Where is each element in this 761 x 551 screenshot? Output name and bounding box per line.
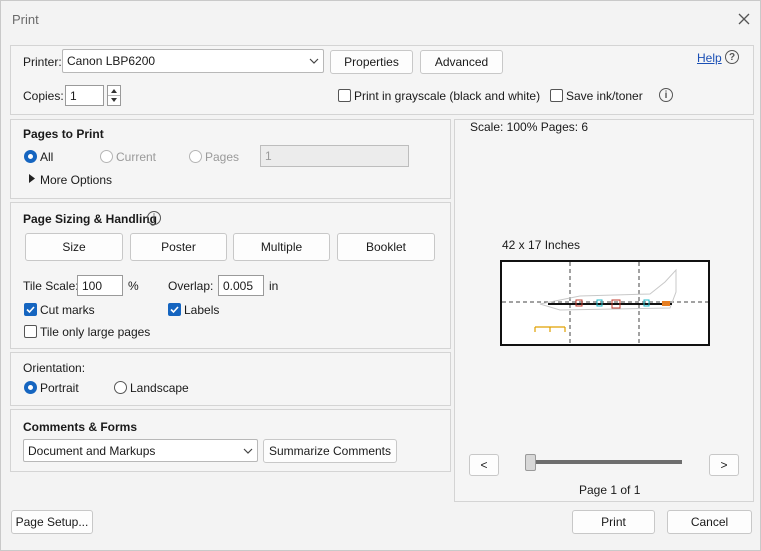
comments-select-value: Document and Markups [28, 443, 156, 458]
title-bar: Print [1, 1, 760, 37]
grayscale-checkbox[interactable] [338, 89, 351, 102]
print-dialog: Print Printer: Canon LBP6200 Properties … [0, 0, 761, 551]
page-setup-button[interactable]: Page Setup... [11, 510, 93, 534]
poster-button[interactable]: Poster [130, 233, 227, 261]
copies-stepper[interactable] [107, 85, 121, 106]
sizing-info-icon[interactable]: i [147, 211, 161, 225]
save-ink-label: Save ink/toner [566, 89, 643, 103]
landscape-label: Landscape [130, 381, 189, 395]
tile-large-checkbox[interactable] [24, 325, 37, 338]
labels-checkbox[interactable] [168, 303, 181, 316]
overlap-input[interactable]: 0.005 [218, 275, 264, 296]
close-icon[interactable] [734, 9, 754, 29]
chevron-down-icon [309, 58, 319, 64]
pages-radio[interactable] [189, 150, 202, 163]
comments-select[interactable]: Document and Markups [23, 439, 258, 462]
tile-scale-label: Tile Scale: [23, 279, 79, 293]
page-preview-thumbnail [500, 260, 710, 346]
help-info-icon[interactable]: ? [725, 50, 739, 64]
page-sizing-heading: Page Sizing & Handling [23, 212, 158, 226]
copies-input[interactable]: 1 [65, 85, 104, 106]
chevron-down-icon [243, 448, 253, 454]
checkmark-icon [170, 306, 179, 314]
labels-label: Labels [184, 303, 220, 317]
cut-marks-checkbox[interactable] [24, 303, 37, 316]
size-button[interactable]: Size [25, 233, 123, 261]
overlap-label: Overlap: [168, 279, 214, 293]
overlap-unit: in [269, 279, 279, 293]
all-radio-label: All [40, 150, 54, 164]
printer-select-value: Canon LBP6200 [67, 54, 156, 68]
cut-marks-label: Cut marks [40, 303, 95, 317]
scale-pages-text: Scale: 100% Pages: 6 [470, 120, 589, 134]
next-page-button[interactable]: > [709, 454, 739, 476]
printer-label: Printer: [23, 55, 62, 69]
page-slider-thumb[interactable] [525, 454, 536, 471]
multiple-button[interactable]: Multiple [233, 233, 330, 261]
copies-label: Copies: [23, 89, 64, 103]
advanced-button[interactable]: Advanced [420, 50, 503, 74]
pages-range-input[interactable]: 1 [260, 145, 409, 167]
tile-scale-input[interactable]: 100 [77, 275, 123, 296]
summarize-comments-button[interactable]: Summarize Comments [263, 439, 397, 463]
orientation-heading: Orientation: [23, 361, 86, 375]
more-options-toggle[interactable]: More Options [40, 173, 112, 187]
drawing-orange-mark [662, 301, 670, 306]
booklet-button[interactable]: Booklet [337, 233, 435, 261]
save-ink-checkbox[interactable] [550, 89, 563, 102]
cancel-button[interactable]: Cancel [667, 510, 752, 534]
page-slider-track[interactable] [529, 460, 682, 464]
window-title: Print [12, 12, 39, 27]
current-radio-label: Current [116, 150, 157, 164]
print-button[interactable]: Print [572, 510, 655, 534]
prev-page-button[interactable]: < [469, 454, 499, 476]
all-radio[interactable] [24, 150, 37, 163]
info-icon[interactable]: i [659, 88, 673, 102]
printer-select[interactable]: Canon LBP6200 [62, 49, 324, 73]
portrait-radio[interactable] [24, 381, 37, 394]
stepper-arrows-icon [108, 89, 120, 102]
properties-button[interactable]: Properties [330, 50, 413, 74]
triangle-right-icon [29, 174, 35, 183]
tile-large-label: Tile only large pages [40, 325, 151, 339]
checkmark-icon [26, 306, 35, 314]
portrait-label: Portrait [40, 381, 79, 395]
grayscale-label: Print in grayscale (black and white) [354, 89, 541, 103]
help-link[interactable]: Help [697, 51, 722, 65]
comments-heading: Comments & Forms [23, 420, 138, 434]
pages-to-print-heading: Pages to Print [23, 127, 104, 141]
tile-scale-unit: % [128, 279, 139, 293]
current-radio[interactable] [100, 150, 113, 163]
paper-size-text: 42 x 17 Inches [502, 238, 581, 252]
landscape-radio[interactable] [114, 381, 127, 394]
pages-radio-label: Pages [205, 150, 240, 164]
page-indicator: Page 1 of 1 [579, 483, 641, 497]
